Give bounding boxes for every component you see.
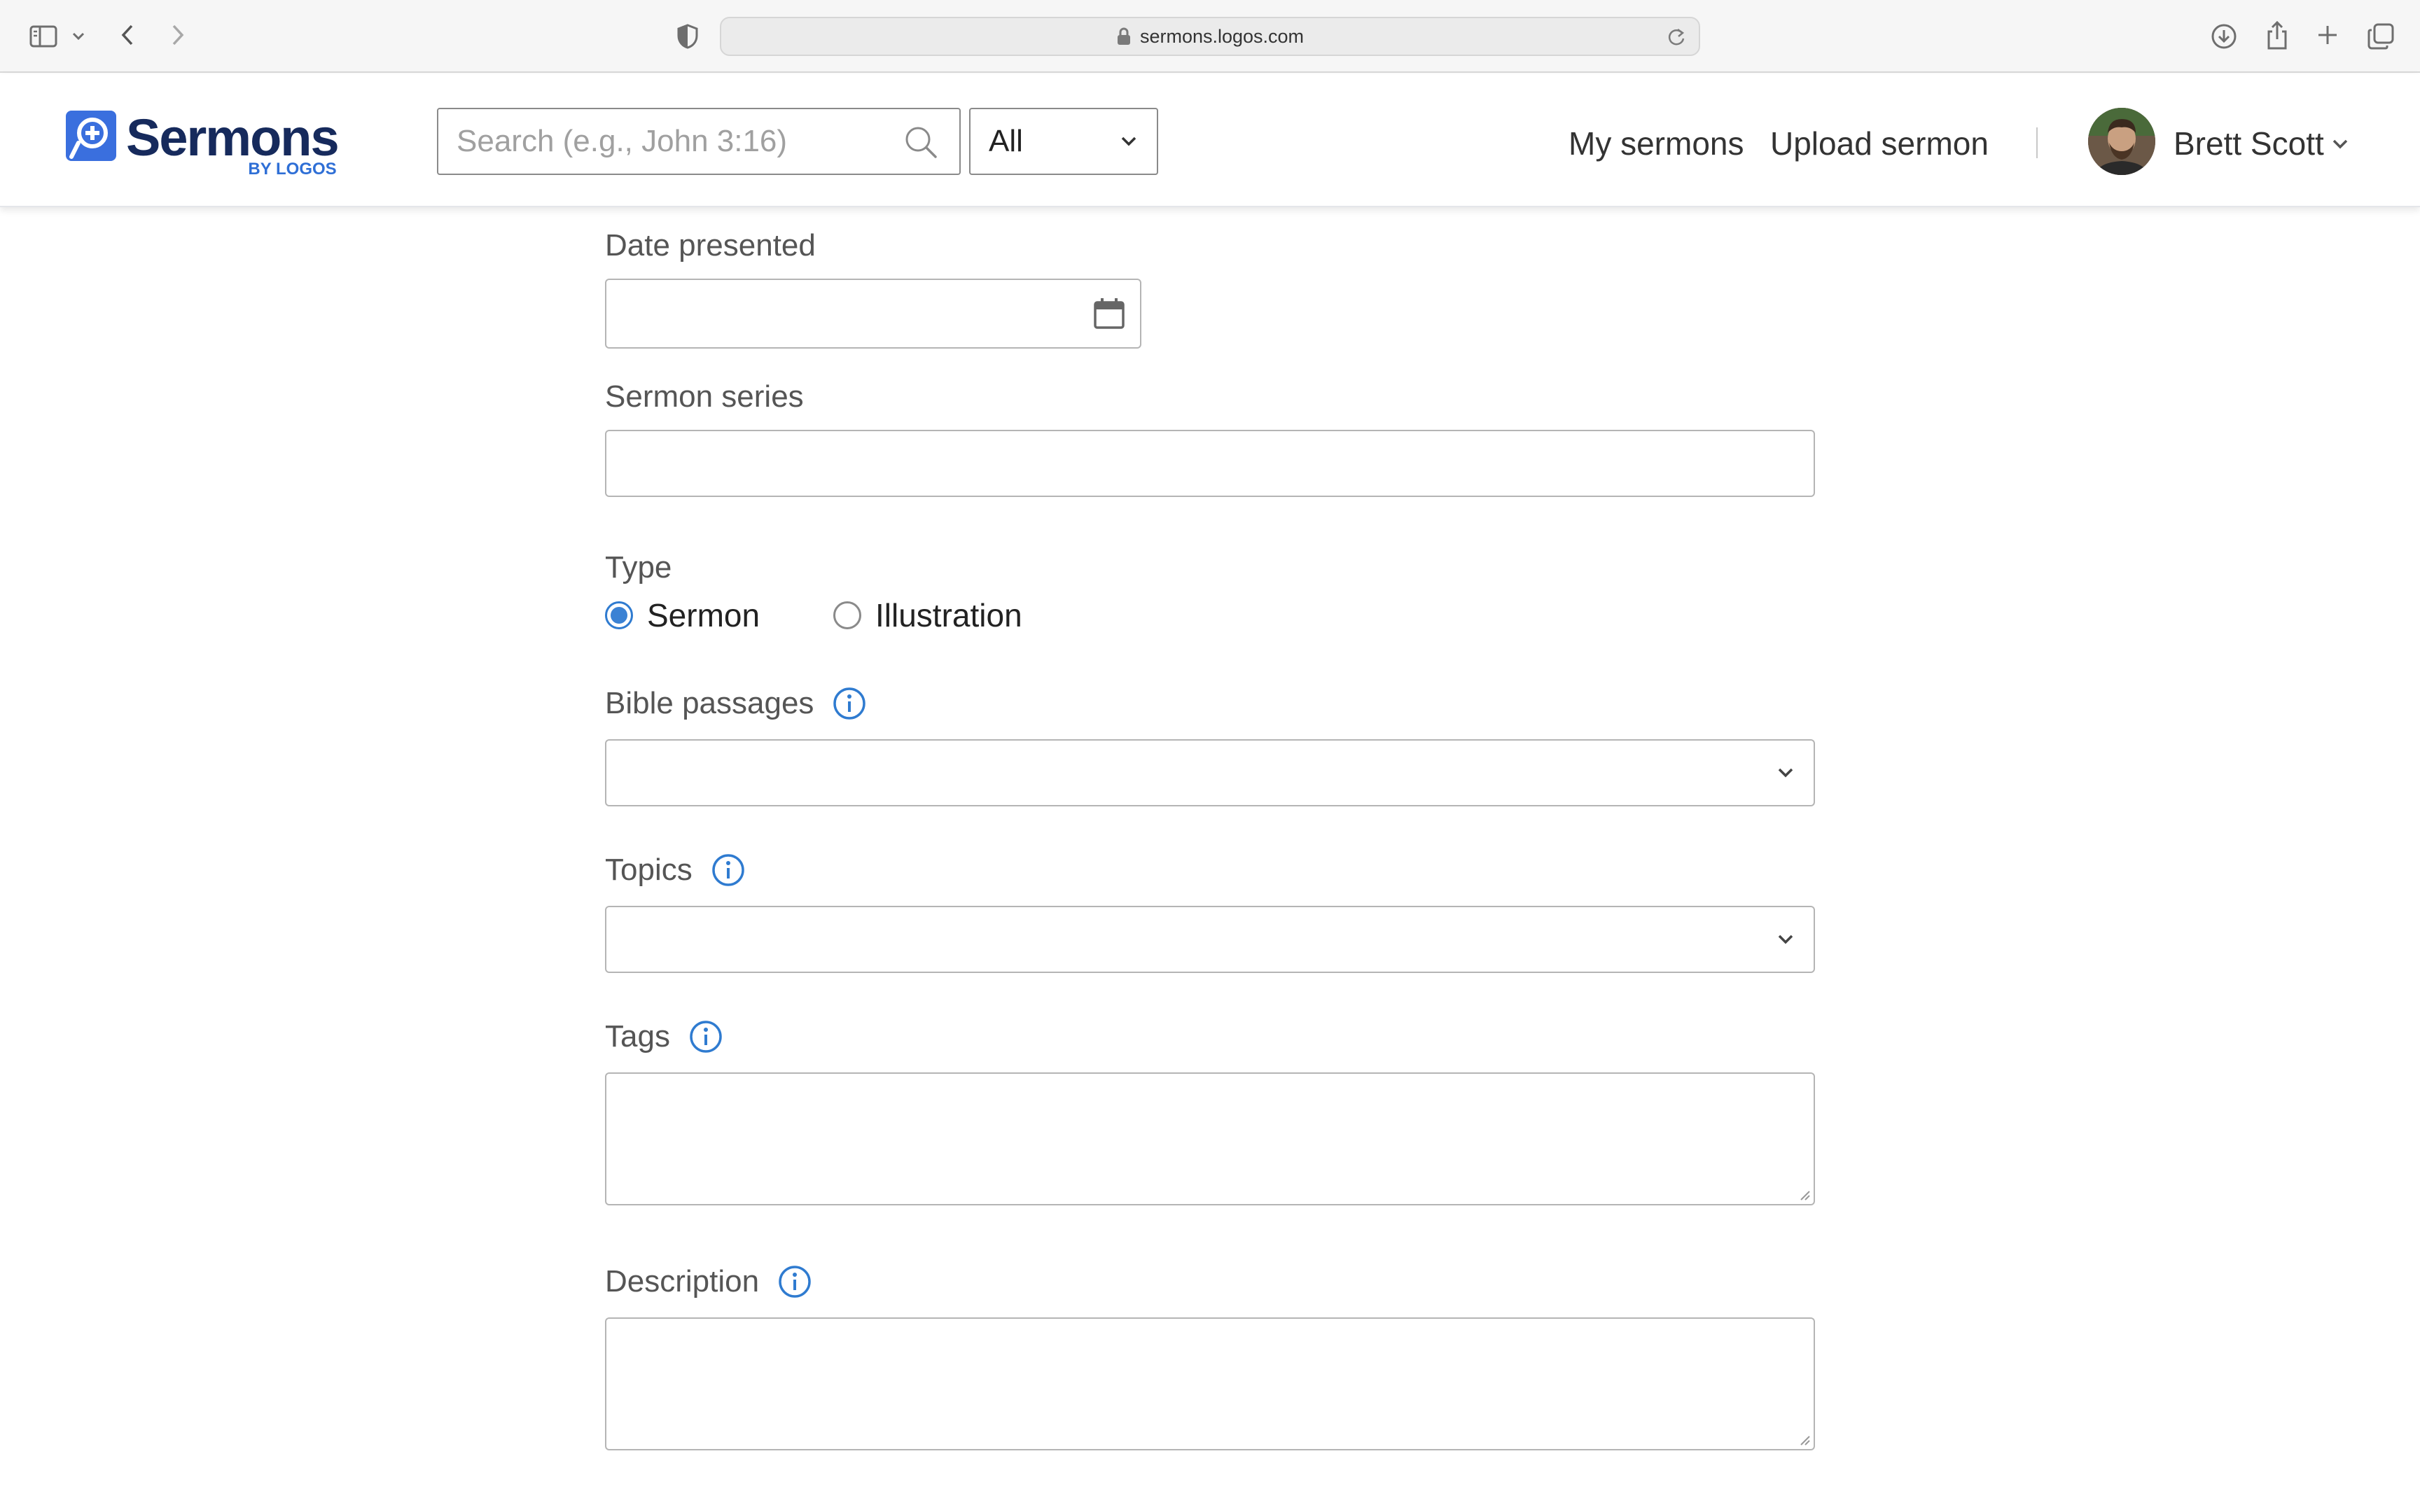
type-option-sermon[interactable]: Sermon <box>605 596 760 634</box>
search-scope-value: All <box>989 124 1023 158</box>
lock-icon <box>1117 27 1130 45</box>
topics-label: Topics <box>605 853 746 888</box>
avatar[interactable] <box>2088 108 2155 175</box>
reload-icon[interactable] <box>1667 27 1686 48</box>
illustration-radio[interactable] <box>833 601 861 629</box>
chevron-down-icon <box>1778 768 1793 778</box>
nav-divider <box>2036 127 2038 158</box>
browser-toolbar: sermons.logos.com <box>0 0 2420 73</box>
sermons-logo[interactable]: Sermons BY LOGOS <box>66 108 340 181</box>
user-photo-icon <box>2088 108 2155 175</box>
chevron-down-icon[interactable] <box>70 28 87 45</box>
bible-passages-label: Bible passages <box>605 686 867 721</box>
type-option-illustration[interactable]: Illustration <box>833 596 1022 634</box>
search-scope-select[interactable]: All <box>969 108 1158 175</box>
logo-byline: BY LOGOS <box>248 160 337 178</box>
chevron-down-icon[interactable] <box>2332 139 2349 150</box>
illustration-radio-label[interactable]: Illustration <box>875 596 1022 634</box>
download-icon[interactable] <box>2209 21 2239 52</box>
resize-grip-icon[interactable] <box>1798 1189 1811 1201</box>
privacy-shield-icon[interactable] <box>675 22 700 50</box>
upload-sermon-link[interactable]: Upload sermon <box>1770 125 1989 162</box>
forward-icon[interactable] <box>165 21 190 49</box>
share-icon[interactable] <box>2262 18 2293 52</box>
logo-wordmark: Sermons <box>126 108 340 167</box>
date-presented-input[interactable] <box>605 279 1141 349</box>
new-tab-icon[interactable] <box>2314 21 2342 49</box>
sermon-series-input[interactable] <box>605 430 1815 497</box>
search-icon[interactable] <box>903 125 938 160</box>
sidebar-toggle-icon[interactable] <box>28 22 59 50</box>
date-presented-label: Date presented <box>605 228 816 262</box>
calendar-icon[interactable] <box>1094 297 1125 330</box>
search-field[interactable] <box>437 108 961 175</box>
info-icon[interactable] <box>688 1019 723 1054</box>
sermon-radio-label[interactable]: Sermon <box>647 596 760 634</box>
info-icon[interactable] <box>711 853 746 888</box>
description-textarea[interactable] <box>605 1317 1815 1450</box>
tags-label: Tags <box>605 1019 723 1054</box>
chevron-down-icon <box>1778 934 1793 944</box>
tab-overview-icon[interactable] <box>2365 21 2396 52</box>
resize-grip-icon[interactable] <box>1798 1434 1811 1446</box>
site-header: Sermons BY LOGOS All My sermons Upload s… <box>0 74 2420 207</box>
back-icon[interactable] <box>115 21 140 49</box>
tags-textarea[interactable] <box>605 1072 1815 1205</box>
my-sermons-link[interactable]: My sermons <box>1569 125 1744 162</box>
type-label: Type <box>605 550 672 584</box>
address-bar[interactable]: sermons.logos.com <box>720 17 1700 56</box>
url-text: sermons.logos.com <box>1139 25 1305 47</box>
user-name[interactable]: Brett Scott <box>2174 125 2324 162</box>
info-icon[interactable] <box>777 1264 812 1299</box>
info-icon[interactable] <box>832 686 867 721</box>
sermon-radio[interactable] <box>605 601 633 629</box>
search-input[interactable] <box>457 124 877 159</box>
description-label: Description <box>605 1264 812 1299</box>
topics-select[interactable] <box>605 906 1815 973</box>
sermon-series-label: Sermon series <box>605 379 804 414</box>
logos-logo-icon <box>66 111 116 161</box>
bible-passages-select[interactable] <box>605 739 1815 806</box>
chevron-down-icon <box>1121 136 1136 146</box>
